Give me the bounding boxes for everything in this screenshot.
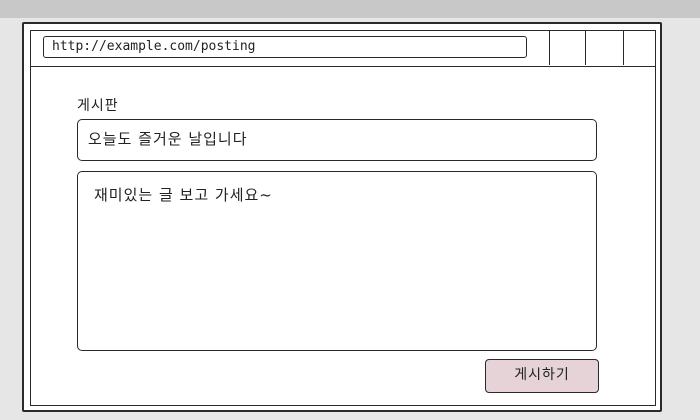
toolbar-button-1[interactable] [549, 31, 585, 65]
toolbar-button-2[interactable] [585, 31, 621, 65]
browser-viewport: http://example.com/posting 게시판 오늘도 즐거운 날… [30, 30, 656, 406]
board-label: 게시판 [77, 98, 119, 114]
post-title-input[interactable]: 오늘도 즐거운 날입니다 [77, 119, 597, 161]
toolbar-button-3[interactable] [623, 31, 659, 65]
post-content-textarea[interactable]: 재미있는 글 보고 가세요~ [77, 171, 597, 351]
browser-toolbar: http://example.com/posting [31, 31, 655, 67]
window-title-bar [0, 0, 700, 19]
browser-window: http://example.com/posting 게시판 오늘도 즐거운 날… [22, 22, 662, 412]
address-bar[interactable]: http://example.com/posting [43, 36, 527, 58]
submit-post-button[interactable]: 게시하기 [485, 359, 599, 393]
